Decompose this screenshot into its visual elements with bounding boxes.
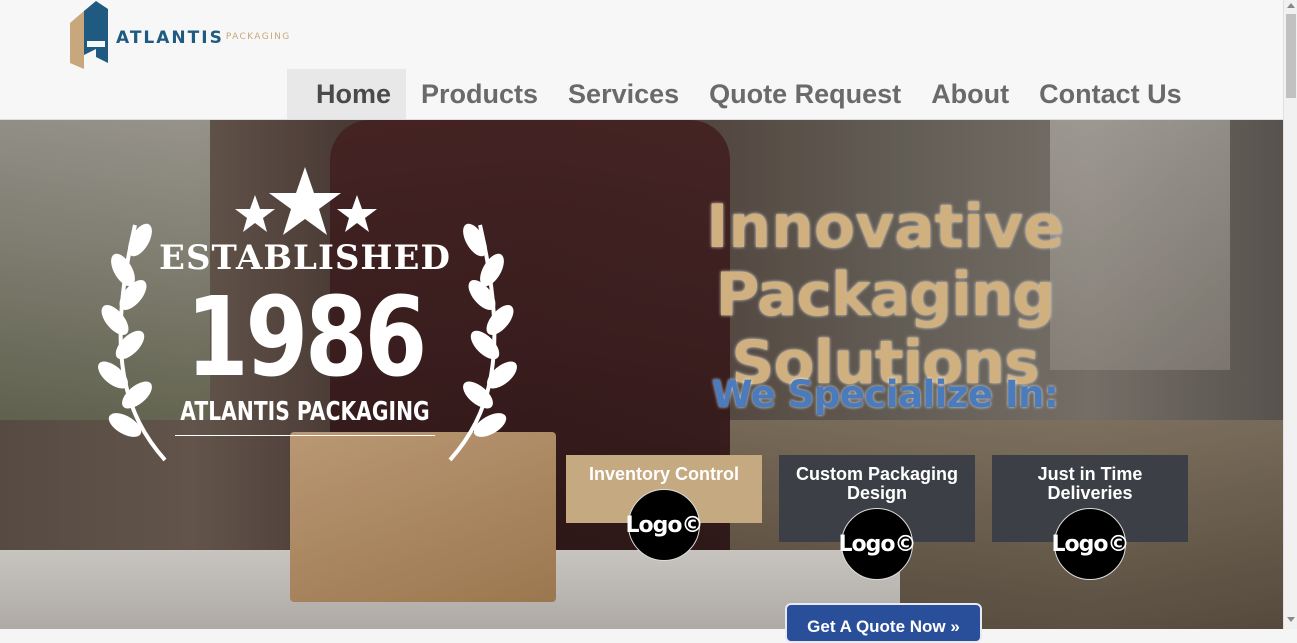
main-nav: Home Products Services Quote Request Abo… <box>287 69 1197 119</box>
nav-services[interactable]: Services <box>553 69 694 119</box>
page-scrollbar[interactable] <box>1283 0 1297 629</box>
service-logo: Logo© <box>626 489 704 561</box>
nav-contact-us[interactable]: Contact Us <box>1024 69 1197 119</box>
service-card-title: Custom Packaging Design <box>795 464 959 503</box>
laurel-left-icon <box>98 223 167 462</box>
brand-tagline: PACKAGING <box>225 32 291 42</box>
service-card-title: Inventory Control <box>588 464 739 484</box>
established-company: ATLANTIS PACKAGING <box>180 397 430 427</box>
established-year: 1986 <box>186 273 427 401</box>
site-logo[interactable]: ATLANTIS PACKAGING <box>70 0 291 70</box>
scroll-up-arrow-icon[interactable] <box>1287 3 1295 8</box>
scroll-down-arrow-icon[interactable] <box>1287 617 1295 622</box>
scrollbar-thumb[interactable] <box>1286 14 1296 98</box>
service-card-title: Just in Time Deliveries <box>1037 464 1143 503</box>
site-header: ATLANTIS PACKAGING Home Products Service… <box>0 0 1283 120</box>
badge-divider <box>175 435 435 436</box>
nav-about[interactable]: About <box>916 69 1024 119</box>
headline-line-1: Innovative <box>706 192 1064 262</box>
nav-quote-request[interactable]: Quote Request <box>694 69 916 119</box>
brand-name: ATLANTIS <box>116 28 224 48</box>
service-logo: Logo© <box>839 508 917 580</box>
laurel-right-icon <box>448 223 517 462</box>
nav-products[interactable]: Products <box>406 69 553 119</box>
specialize-heading: We Specialize In: <box>711 373 1059 416</box>
hero-headline: Innovative Packaging Solutions <box>560 193 1210 397</box>
atlantis-logo-icon <box>70 1 108 69</box>
nav-home[interactable]: Home <box>287 69 407 119</box>
get-quote-button[interactable]: Get A Quote Now » <box>785 603 982 643</box>
service-logo: Logo© <box>1052 508 1130 580</box>
established-badge: ESTABLISHED 1986 ATLANTIS PACKAGING <box>95 165 517 465</box>
